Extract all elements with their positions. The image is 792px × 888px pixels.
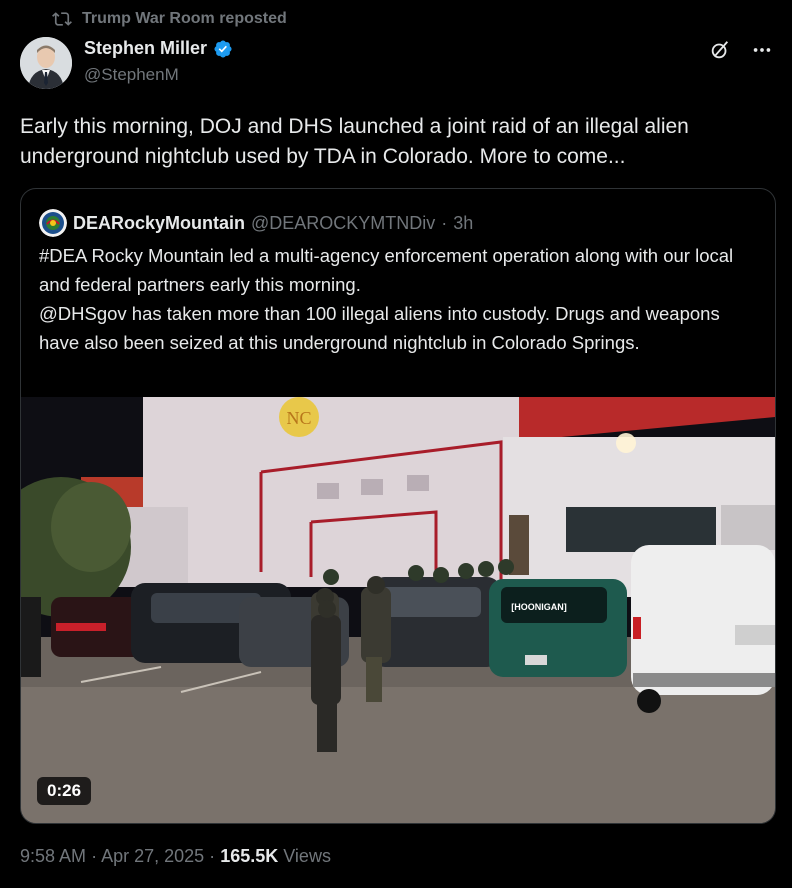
video-duration: 0:26 — [37, 777, 92, 805]
grok-icon — [711, 41, 729, 59]
quote-author-handle[interactable]: @DEAROCKYMTNDiv — [251, 213, 435, 234]
avatar[interactable] — [20, 37, 72, 89]
tweet-text: Early this morning, DOJ and DHS launched… — [20, 115, 689, 168]
views-label: Views — [283, 846, 331, 866]
views-count[interactable]: 165.5K — [220, 846, 278, 866]
meta-separator: · — [91, 846, 98, 866]
building-logo: NC — [286, 408, 311, 428]
avatar-portrait — [20, 37, 72, 89]
tweet-time[interactable]: 9:58 AM — [20, 846, 86, 866]
quote-paragraph: @DHSgov has taken more than 100 illegal … — [39, 303, 720, 353]
verified-badge-icon — [214, 39, 232, 58]
quoted-tweet-card[interactable]: DEARockyMountain @DEAROCKYMTNDiv · 3h #D… — [20, 188, 776, 824]
quote-text: #DEA Rocky Mountain led a multi-agency e… — [39, 241, 759, 357]
tweet-date[interactable]: Apr 27, 2025 — [101, 846, 204, 866]
author-block: Stephen Miller @StephenM — [84, 38, 233, 85]
top-actions — [708, 38, 774, 62]
author-name[interactable]: Stephen Miller — [84, 38, 207, 59]
quote-author-name[interactable]: DEARockyMountain — [73, 213, 245, 234]
car-window-sticker: [HOONIGAN] — [511, 602, 567, 612]
quote-separator: · — [441, 212, 448, 233]
grok-button[interactable] — [708, 38, 732, 62]
quote-avatar-icon — [39, 209, 67, 237]
quote-header: DEARockyMountain @DEAROCKYMTNDiv · 3h — [39, 209, 473, 237]
video-media[interactable]: NC [HOONIGAN] 0:26 — [21, 397, 775, 823]
video-thumbnail: NC [HOONIGAN] — [21, 397, 775, 823]
author-handle[interactable]: @StephenM — [84, 65, 233, 85]
quote-paragraph: #DEA Rocky Mountain led a multi-agency e… — [39, 245, 734, 295]
meta-separator: · — [209, 846, 216, 866]
repost-text: Trump War Room reposted — [82, 10, 287, 27]
quote-time[interactable]: 3h — [453, 213, 473, 234]
more-icon — [753, 48, 771, 52]
more-options-button[interactable] — [750, 38, 774, 62]
repost-indicator[interactable]: Trump War Room reposted — [52, 9, 287, 29]
tweet-meta: 9:58 AM · Apr 27, 2025 · 165.5K Views — [20, 846, 331, 867]
repost-icon — [52, 12, 72, 26]
